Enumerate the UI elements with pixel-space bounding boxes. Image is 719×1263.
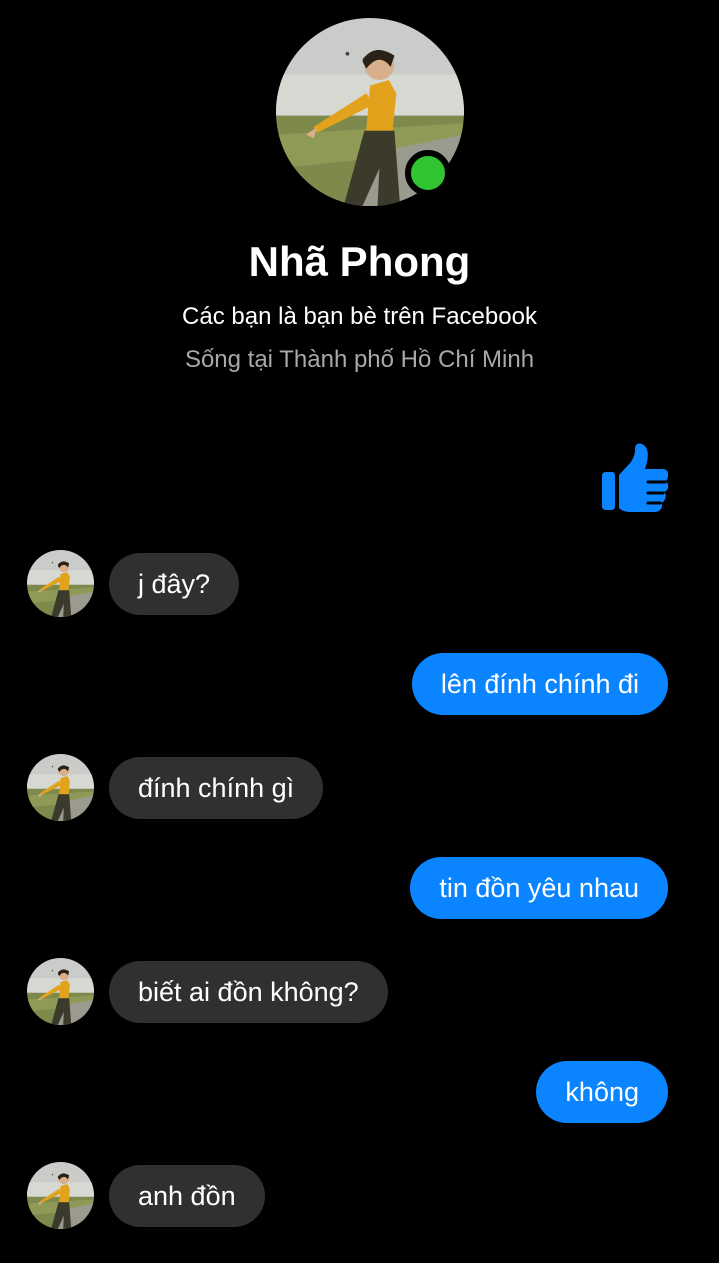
message-row: lên đính chính đi <box>0 653 719 717</box>
outgoing-message[interactable]: tin đồn yêu nhau <box>410 857 668 919</box>
contact-avatar[interactable] <box>27 958 94 1025</box>
message-row: j đây? <box>0 553 719 617</box>
incoming-message[interactable]: anh đồn <box>109 1165 265 1227</box>
contact-avatar[interactable] <box>27 754 94 821</box>
outgoing-message[interactable]: lên đính chính đi <box>411 653 668 715</box>
contact-avatar[interactable] <box>27 550 94 617</box>
incoming-message[interactable]: biết ai đồn không? <box>109 961 388 1023</box>
message-row: anh đồn <box>0 1165 719 1229</box>
incoming-message[interactable]: đính chính gì <box>109 757 324 819</box>
contact-location: Sống tại Thành phố Hồ Chí Minh <box>184 346 535 373</box>
message-row: biết ai đồn không? <box>0 961 719 1025</box>
message-row: tin đồn yêu nhau <box>0 857 719 921</box>
online-status-indicator <box>405 150 451 196</box>
contact-avatar[interactable] <box>27 1162 94 1229</box>
outgoing-message[interactable]: không <box>536 1061 668 1123</box>
contact-name: Nhã Phong <box>248 238 471 285</box>
thumbs-up-icon <box>598 442 670 514</box>
message-row: đính chính gì <box>0 757 719 821</box>
incoming-message[interactable]: j đây? <box>109 553 240 615</box>
message-row: không <box>0 1061 719 1125</box>
friendship-status: Các bạn là bạn bè trên Facebook <box>182 303 537 330</box>
